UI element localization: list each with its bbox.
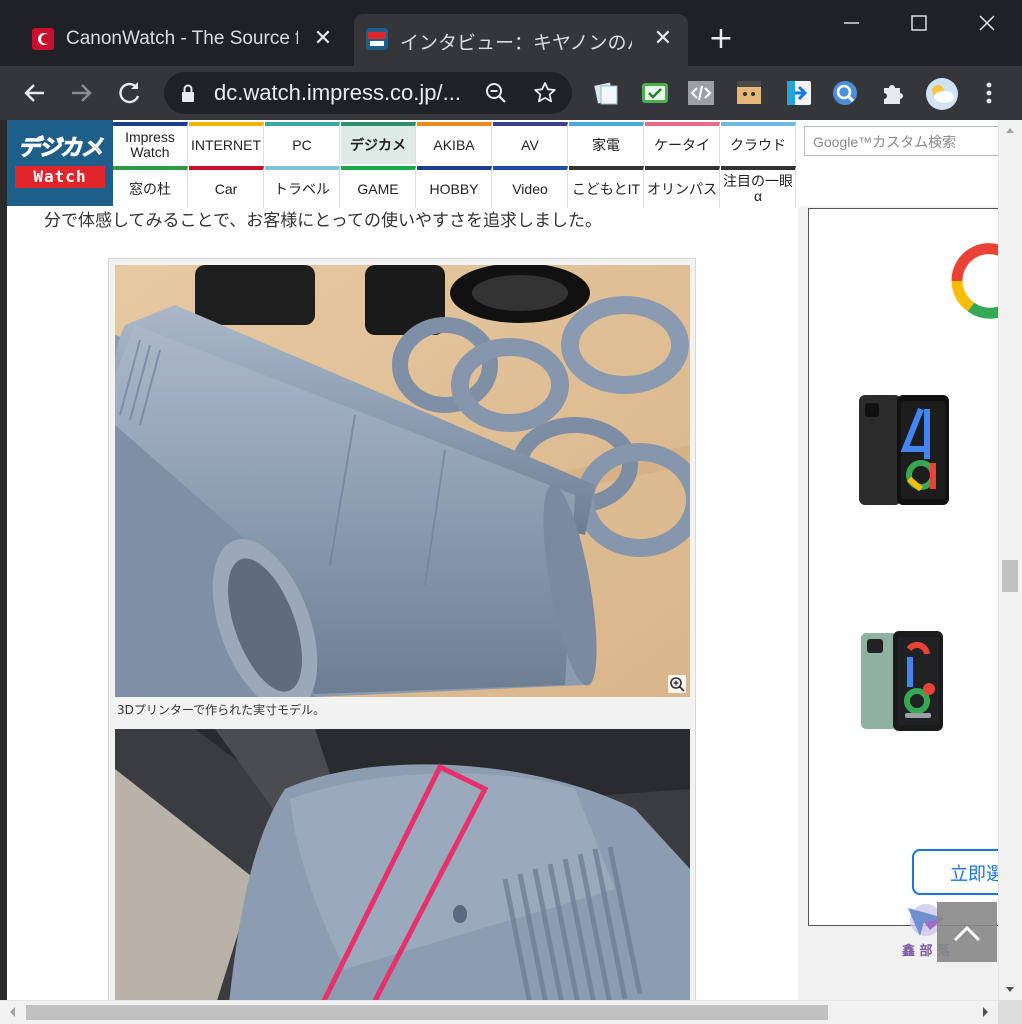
extension-notes-icon[interactable] bbox=[592, 78, 622, 108]
vertical-scroll-thumb[interactable] bbox=[1002, 560, 1018, 592]
close-window-button[interactable] bbox=[964, 6, 1010, 40]
nav-item-0-4[interactable]: AKIBA bbox=[417, 122, 492, 164]
url-text: dc.watch.impress.co.jp/... bbox=[214, 80, 461, 105]
tab-close-icon[interactable]: ✕ bbox=[310, 26, 336, 52]
nav-item-1-6[interactable]: こどもとIT bbox=[569, 166, 644, 208]
vertical-scrollbar[interactable] bbox=[998, 120, 1022, 1000]
extension-send-icon[interactable] bbox=[784, 78, 814, 108]
zoom-icon[interactable] bbox=[484, 81, 508, 105]
canonwatch-favicon-icon bbox=[32, 28, 54, 50]
article-paragraph: 分で体感してみることで、お客様にとっての使いやすさを追求しました。 bbox=[44, 211, 602, 231]
forward-button[interactable] bbox=[64, 76, 98, 110]
scroll-up-arrow-icon bbox=[1006, 128, 1014, 133]
back-button[interactable] bbox=[18, 76, 52, 110]
nav-item-0-0[interactable]: Impress Watch bbox=[113, 122, 188, 164]
maximize-button[interactable] bbox=[896, 6, 942, 40]
chevron-up-icon bbox=[953, 925, 981, 942]
logo-text: デジカメ bbox=[17, 136, 103, 162]
tab-title: インタビュー：キヤノンのハンズオン bbox=[400, 33, 632, 54]
dcwatch-favicon-icon bbox=[366, 28, 388, 50]
nav-item-1-4[interactable]: HOBBY bbox=[417, 166, 492, 208]
article-figure: 3Dプリンターで作られた実寸モデル。 bbox=[108, 258, 696, 1024]
profile-avatar[interactable] bbox=[926, 78, 958, 110]
site-navigation: Impress Watch INTERNET PC デジカメ AKIBA AV 家電 ケータイ… bbox=[113, 120, 796, 208]
nav-item-1-3[interactable]: GAME bbox=[341, 166, 416, 208]
nav-item-1-1[interactable]: Car bbox=[189, 166, 264, 208]
sidebar-ad-column: 立即選購 bbox=[798, 206, 1013, 1006]
scroll-down-arrow-icon bbox=[1006, 987, 1014, 992]
new-tab-button[interactable]: + bbox=[704, 24, 738, 58]
arrow-left-icon bbox=[24, 84, 44, 102]
nav-item-0-3[interactable]: デジカメ bbox=[341, 122, 416, 164]
nav-item-0-1[interactable]: INTERNET bbox=[189, 122, 264, 164]
tab-title: CanonWatch - The Source for Canon Rumors bbox=[66, 28, 298, 49]
nav-item-1-0[interactable]: 窓の杜 bbox=[113, 166, 188, 208]
nav-item-0-5[interactable]: AV bbox=[493, 122, 568, 164]
minimize-button[interactable] bbox=[828, 6, 874, 40]
page-viewport: デジカメ Watch Impress Watch INTERNET PC デジカメ AK… bbox=[0, 120, 1022, 1024]
back-to-top-button[interactable] bbox=[937, 902, 997, 962]
article-photo-model-closeup[interactable] bbox=[115, 729, 690, 1024]
site-search-box[interactable] bbox=[804, 126, 1004, 156]
arrow-right-icon bbox=[72, 84, 92, 102]
nav-item-0-8[interactable]: クラウド bbox=[721, 122, 796, 164]
browser-toolbar: dc.watch.impress.co.jp/... bbox=[0, 66, 1022, 120]
reload-button[interactable] bbox=[112, 76, 146, 110]
scroll-right-arrow-icon bbox=[983, 1007, 988, 1017]
nav-item-0-7[interactable]: ケータイ bbox=[645, 122, 720, 164]
nav-item-1-7[interactable]: オリンパス bbox=[645, 166, 720, 208]
extension-face-icon[interactable] bbox=[734, 78, 764, 108]
bookmark-star-icon[interactable] bbox=[532, 80, 558, 106]
nav-item-0-2[interactable]: PC bbox=[265, 122, 340, 164]
google-pixel-ad[interactable]: 立即選購 bbox=[808, 208, 1013, 926]
tab-close-icon[interactable]: ✕ bbox=[650, 26, 676, 52]
nav-item-1-2[interactable]: トラベル bbox=[265, 166, 340, 208]
nav-item-0-6[interactable]: 家電 bbox=[569, 122, 644, 164]
site-logo[interactable]: デジカメ Watch bbox=[7, 120, 113, 206]
nav-item-1-5[interactable]: Video bbox=[493, 166, 568, 208]
nav-item-1-8[interactable]: 注目の一眼α bbox=[721, 166, 796, 208]
extension-code-icon[interactable] bbox=[686, 78, 716, 108]
image-zoom-icon[interactable] bbox=[668, 675, 686, 693]
tab-dcwatch-interview[interactable]: インタビュー：キヤノンのハンズオン ✕ bbox=[354, 14, 688, 66]
extension-search-icon[interactable] bbox=[830, 78, 860, 108]
horizontal-scroll-thumb[interactable] bbox=[26, 1005, 828, 1020]
extensions-puzzle-icon[interactable] bbox=[878, 78, 908, 108]
pixel-ad-artwork bbox=[859, 243, 1013, 731]
site-search-input[interactable] bbox=[811, 128, 1001, 156]
browser-menu-button[interactable] bbox=[974, 78, 1004, 108]
logo-subtext: Watch bbox=[15, 166, 105, 188]
article-photo-3d-model[interactable] bbox=[115, 265, 690, 697]
photo-caption: 3Dプリンターで作られた実寸モデル。 bbox=[117, 703, 326, 717]
horizontal-scrollbar[interactable] bbox=[0, 1000, 998, 1024]
more-vertical-icon bbox=[986, 82, 992, 104]
ad-buy-now-button[interactable]: 立即選購 bbox=[912, 849, 1008, 895]
reload-icon bbox=[119, 82, 140, 104]
title-bar: CanonWatch - The Source for Canon Rumors… bbox=[0, 0, 1022, 66]
lock-icon bbox=[182, 84, 194, 102]
scrollbar-corner bbox=[998, 1000, 1022, 1024]
address-bar[interactable]: dc.watch.impress.co.jp/... bbox=[164, 72, 572, 114]
tab-canonwatch[interactable]: CanonWatch - The Source for Canon Rumors… bbox=[20, 14, 348, 66]
scroll-left-arrow-icon bbox=[10, 1007, 15, 1017]
extension-check-icon[interactable] bbox=[640, 78, 670, 108]
left-gutter bbox=[0, 120, 7, 1000]
